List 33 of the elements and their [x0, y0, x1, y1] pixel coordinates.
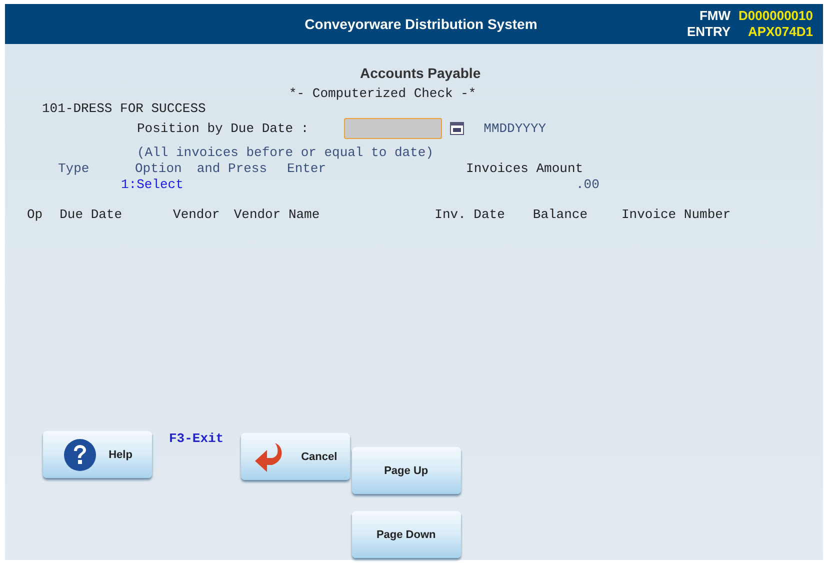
column-header: Op [27, 206, 43, 222]
column-header: Balance [532, 206, 588, 222]
option-text: 1:Select [121, 176, 184, 192]
cancel-button[interactable]: Cancel [240, 433, 350, 480]
column-header: Vendor Name [234, 206, 320, 222]
f3-exit-text: F3-Exit [169, 431, 224, 446]
date-format-hint: MMDDYYYY [484, 120, 546, 136]
info-label: FMW [698, 8, 731, 24]
instruction-text: Option [135, 160, 182, 176]
column-header: Vendor [173, 206, 220, 222]
note-text: (All invoices before or equal to date) [137, 144, 434, 160]
column-header: Due Date [60, 206, 122, 222]
field-label: Position by Due Date : [137, 120, 309, 136]
column-header: Invoice Number [622, 206, 731, 222]
invoices-amount-label: Invoices Amount [466, 160, 584, 176]
info-value: D000000010 [738, 8, 813, 24]
calendar-icon[interactable] [450, 122, 464, 134]
info-value: APX074D1 [746, 24, 813, 40]
date-input[interactable] [344, 118, 442, 138]
screen-subtitle: *- Computerized Check -* [289, 86, 476, 100]
instruction-text: and Press [196, 160, 268, 176]
info-label: ENTRY [686, 24, 731, 40]
page-button[interactable]: Page Down [352, 511, 461, 558]
company-name: 101-DRESS FOR SUCCESS [42, 100, 206, 116]
invoices-amount: .00 [576, 176, 600, 192]
screen-heading: Accounts Payable [360, 65, 481, 81]
column-header: Inv. Date [434, 206, 505, 222]
instruction-text: Enter [287, 160, 326, 176]
help-icon [62, 438, 97, 472]
window-title: Conveyorware Distribution System [304, 16, 538, 32]
page-button[interactable]: Page Up [352, 447, 461, 494]
instruction-text: Type [58, 160, 90, 176]
help-button[interactable]: Help [43, 431, 152, 478]
